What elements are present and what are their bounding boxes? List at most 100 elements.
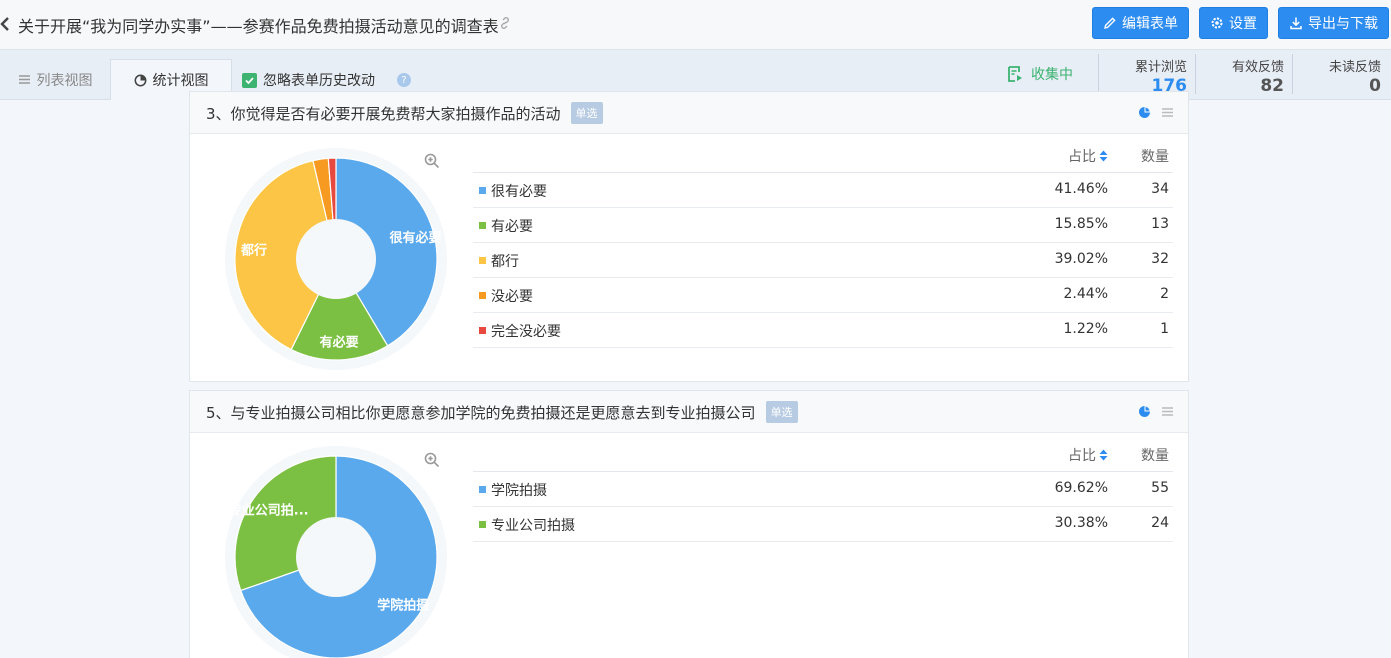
form-title: 关于开展“我为同学办实事”——参赛作品免费拍摄活动意见的调查表 (18, 17, 499, 36)
table-row: 没必要 2.44% 2 (473, 278, 1173, 313)
question-card-5: 5、与专业拍摄公司相比你更愿意参加学院的免费拍摄还是更愿意去到专业拍摄公司 单选… (189, 390, 1189, 658)
pct-column-header[interactable]: 占比 (1068, 146, 1108, 166)
option-count: 1 (1160, 321, 1169, 337)
stat-valid-feedback: 有效反馈 82 (1195, 54, 1292, 96)
option-label: 没必要 (491, 289, 533, 305)
pie-view-icon[interactable] (1138, 106, 1151, 119)
settings-button[interactable]: 设置 (1199, 7, 1268, 39)
legend-swatch (479, 521, 486, 528)
table-row: 学院拍摄 69.62% 55 (473, 472, 1173, 507)
table-row: 都行 39.02% 32 (473, 243, 1173, 278)
top-bar: 关于开展“我为同学办实事”——参赛作品免费拍摄活动意见的调查表 编辑表单 设置 … (0, 0, 1391, 50)
table-row: 很有必要 41.46% 34 (473, 173, 1173, 208)
option-count: 24 (1151, 515, 1169, 531)
table-row: 专业公司拍摄 30.38% 24 (473, 507, 1173, 542)
sort-icon (1099, 449, 1108, 461)
help-icon[interactable]: ? (397, 73, 411, 87)
back-chevron-icon[interactable] (0, 16, 10, 32)
option-pct: 1.22% (1063, 321, 1108, 337)
question-header: 3、你觉得是否有必要开展免费帮大家拍摄作品的活动 单选 (190, 92, 1188, 134)
option-count: 34 (1151, 181, 1169, 197)
option-label: 完全没必要 (491, 324, 561, 340)
collecting-status-label: 收集中 (1031, 67, 1073, 83)
table-header: 占比 数量 (473, 133, 1173, 173)
pie-chart: 学院拍摄 专业公司拍... (225, 446, 447, 658)
question-title: 3、你觉得是否有必要开展免费帮大家拍摄作品的活动 (206, 104, 561, 123)
link-icon[interactable] (498, 16, 512, 30)
stat-total-views-label: 累计浏览 (1134, 60, 1187, 75)
stat-unread-feedback-label: 未读反馈 (1328, 60, 1381, 75)
stat-valid-feedback-label: 有效反馈 (1231, 60, 1284, 75)
legend-swatch (479, 292, 486, 299)
table-row: 完全没必要 1.22% 1 (473, 313, 1173, 348)
tab-list-view-label: 列表视图 (36, 72, 93, 89)
question-card-3: 3、你觉得是否有必要开展免费帮大家拍摄作品的活动 单选 很有必要 有必要 都行 占比… (189, 91, 1189, 382)
pie-view-icon[interactable] (1138, 405, 1151, 418)
tab-list-view[interactable]: 列表视图 (0, 59, 110, 100)
list-view-icon[interactable] (1161, 405, 1174, 418)
ignore-history-checkbox[interactable] (242, 72, 257, 88)
pct-column-label: 占比 (1068, 448, 1096, 464)
stat-valid-feedback-value: 82 (1260, 76, 1284, 96)
question-type-badge: 单选 (570, 102, 603, 124)
edit-form-button[interactable]: 编辑表单 (1092, 7, 1189, 39)
gear-icon (1211, 17, 1223, 29)
donut-hole (296, 219, 376, 299)
slice-label: 有必要 (320, 334, 359, 350)
slice-label: 专业公司拍... (229, 502, 309, 518)
collecting-icon (1008, 66, 1022, 82)
pie-chart: 很有必要有必要 都行 (225, 148, 447, 370)
option-label: 有必要 (491, 219, 533, 235)
export-download-label: 导出与下载 (1308, 16, 1378, 32)
slice-label: 很有必要 (390, 230, 442, 246)
option-pct: 41.46% (1054, 181, 1108, 197)
ignore-history-toggle[interactable]: 忽略表单历史改动 ? (242, 70, 411, 90)
option-label: 学院拍摄 (491, 483, 547, 499)
results-table: 占比 数量 很有必要 41.46% 34 有必要 15.85% 13 都行 39.02% 32 没… (473, 133, 1173, 348)
sort-icon (1099, 150, 1108, 162)
legend-swatch (479, 187, 486, 194)
list-icon (18, 75, 30, 84)
download-icon (1290, 17, 1302, 30)
count-column-header: 数量 (1141, 448, 1169, 464)
table-body: 学院拍摄 69.62% 55 专业公司拍摄 30.38% 24 (473, 472, 1173, 542)
option-count: 13 (1151, 216, 1169, 232)
edit-form-label: 编辑表单 (1122, 16, 1178, 32)
question-header: 5、与专业拍摄公司相比你更愿意参加学院的免费拍摄还是更愿意去到专业拍摄公司 单选 (190, 391, 1188, 433)
pct-column-label: 占比 (1068, 149, 1096, 165)
pct-column-header[interactable]: 占比 (1068, 445, 1108, 465)
legend-swatch (479, 327, 486, 334)
question-type-badge: 单选 (765, 401, 798, 423)
ignore-history-label: 忽略表单历史改动 (263, 73, 375, 89)
pencil-icon (1104, 17, 1116, 29)
collecting-status: 收集中 (1006, 64, 1073, 84)
table-header: 占比 数量 (473, 432, 1173, 472)
count-column-header: 数量 (1141, 149, 1169, 165)
option-label: 很有必要 (491, 184, 547, 200)
checkmark-icon (245, 76, 254, 84)
results-table: 占比 数量 学院拍摄 69.62% 55 专业公司拍摄 30.38% 24 (473, 432, 1173, 542)
legend-swatch (479, 222, 486, 229)
stat-unread-feedback: 未读反馈 0 (1292, 54, 1389, 96)
option-count: 55 (1151, 480, 1169, 496)
option-pct: 69.62% (1054, 480, 1108, 496)
option-count: 32 (1151, 251, 1169, 267)
tab-stats-view-label: 统计视图 (152, 73, 209, 89)
legend-swatch (479, 257, 486, 264)
export-download-button[interactable]: 导出与下载 (1278, 7, 1389, 39)
option-pct: 39.02% (1054, 251, 1108, 267)
option-count: 2 (1160, 286, 1169, 302)
option-label: 都行 (491, 254, 519, 270)
donut-hole (296, 517, 376, 597)
question-title: 5、与专业拍摄公司相比你更愿意参加学院的免费拍摄还是更愿意去到专业拍摄公司 (206, 403, 756, 422)
list-view-icon[interactable] (1161, 106, 1174, 119)
view-switch-icons (1138, 106, 1174, 119)
legend-swatch (479, 486, 486, 493)
table-body: 很有必要 41.46% 34 有必要 15.85% 13 都行 39.02% 32 没必要 2.44… (473, 173, 1173, 348)
stat-unread-feedback-value: 0 (1369, 76, 1381, 96)
pie-chart-icon (134, 74, 146, 86)
table-row: 有必要 15.85% 13 (473, 208, 1173, 243)
option-label: 专业公司拍摄 (491, 518, 575, 534)
settings-label: 设置 (1229, 16, 1257, 32)
slice-label: 都行 (240, 243, 267, 259)
